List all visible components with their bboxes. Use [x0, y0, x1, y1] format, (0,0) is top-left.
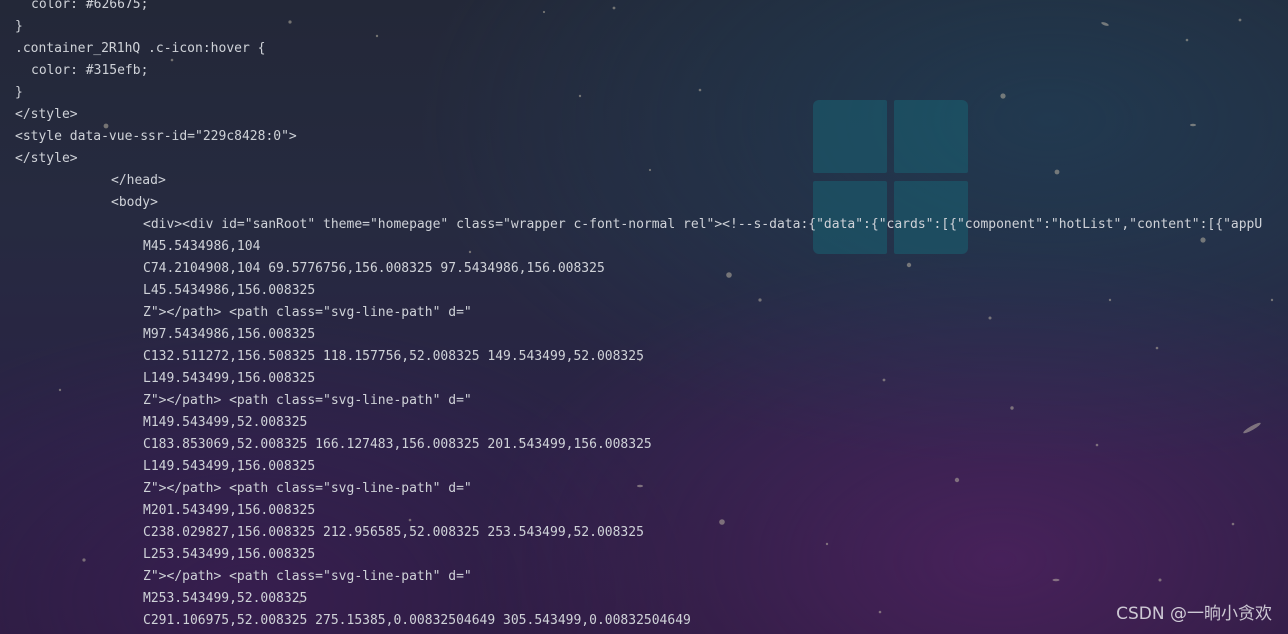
code-line: }	[15, 19, 23, 34]
code-line: M149.543499,52.008325	[143, 415, 308, 430]
code-line: Z"></path> <path class="svg-line-path" d…	[143, 569, 472, 584]
code-line: <div><div id="sanRoot" theme="homepage" …	[143, 217, 1263, 232]
code-line: L149.543499,156.008325	[143, 371, 316, 386]
code-line: L45.5434986,156.008325	[143, 283, 316, 298]
code-line: Z"></path> <path class="svg-line-path" d…	[143, 305, 472, 320]
code-line: </style>	[15, 107, 78, 122]
code-line: C238.029827,156.008325 212.956585,52.008…	[143, 525, 644, 540]
code-line: L149.543499,156.008325	[143, 459, 316, 474]
code-line: </style>	[15, 151, 78, 166]
code-line: </head>	[111, 173, 166, 188]
code-line: .container_2R1hQ .c-icon:hover {	[15, 41, 266, 56]
code-line: }	[15, 85, 23, 100]
code-line: C183.853069,52.008325 166.127483,156.008…	[143, 437, 652, 452]
code-line: <body>	[111, 195, 158, 210]
code-line: M45.5434986,104	[143, 239, 261, 254]
code-line: C291.106975,52.008325 275.15385,0.008325…	[143, 613, 691, 628]
code-line: M253.543499,52.008325	[143, 591, 308, 606]
code-line: <style data-vue-ssr-id="229c8428:0">	[15, 129, 297, 144]
source-code-view: color: #626675; } .container_2R1hQ .c-ic…	[0, 0, 1288, 632]
code-line: M97.5434986,156.008325	[143, 327, 316, 342]
code-line: color: #315efb;	[31, 63, 149, 78]
code-line: Z"></path> <path class="svg-line-path" d…	[143, 481, 472, 496]
code-line: C74.2104908,104 69.5776756,156.008325 97…	[143, 261, 605, 276]
code-line: C132.511272,156.508325 118.157756,52.008…	[143, 349, 644, 364]
csdn-watermark: CSDN @一晌小贪欢	[1116, 604, 1272, 624]
code-line: L253.543499,156.008325	[143, 547, 316, 562]
code-line: M201.543499,156.008325	[143, 503, 316, 518]
code-line: Z"></path> <path class="svg-line-path" d…	[143, 393, 472, 408]
code-line: color: #626675;	[31, 0, 149, 12]
